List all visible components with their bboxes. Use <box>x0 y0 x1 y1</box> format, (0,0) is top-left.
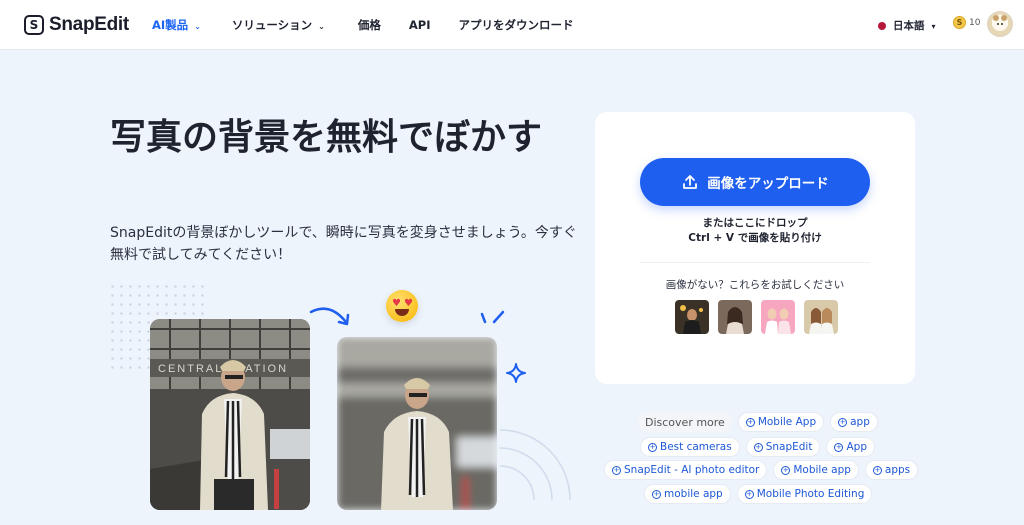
discover-chip[interactable]: + SnapEdit - AI photo editor <box>604 460 768 480</box>
hero-subtitle: SnapEditの背景ぼかしツールで、瞬時に写真を変身させましょう。今すぐ無料で… <box>110 225 577 263</box>
upload-icon <box>683 175 698 189</box>
divider <box>640 262 870 263</box>
discover-chip[interactable]: + SnapEdit <box>745 437 821 457</box>
sample-image[interactable] <box>718 300 752 334</box>
sample-image[interactable] <box>675 300 709 334</box>
nav-download-app[interactable]: アプリをダウンロード <box>458 17 573 33</box>
coin-icon: S <box>953 16 966 29</box>
plus-circle-icon: + <box>781 465 791 475</box>
avatar[interactable] <box>987 11 1013 37</box>
coin-count: 10 <box>969 17 981 28</box>
plus-circle-icon: + <box>838 417 848 427</box>
avatar-eye <box>1001 23 1003 25</box>
plus-circle-icon: + <box>745 417 755 427</box>
plus-circle-icon: + <box>834 442 844 452</box>
heart-icon: ♥ <box>392 298 401 309</box>
logo-text: SnapEdit <box>49 14 129 35</box>
upload-card: 画像をアップロード またはここにドロップ Ctrl + V で画像を貼り付け 画… <box>595 112 915 384</box>
plus-circle-icon: + <box>744 489 754 499</box>
coin-balance[interactable]: S 10 <box>953 16 980 29</box>
nav-solutions[interactable]: ソリューション ⌄ <box>232 17 325 33</box>
drop-line: またはここにドロップ <box>702 217 808 229</box>
discover-chip[interactable]: + Mobile Photo Editing <box>736 484 873 504</box>
chip-label: app <box>850 416 870 428</box>
plus-circle-icon: + <box>648 442 657 452</box>
paste-line: Ctrl + V で画像を貼り付け <box>688 232 822 244</box>
page-title: 写真の背景を無料でぼかす <box>110 117 543 158</box>
language-label: 日本語 <box>893 20 925 32</box>
nav-api-label: API <box>408 18 431 32</box>
chip-label: mobile app <box>664 488 723 500</box>
chip-label: Mobile App <box>757 416 817 428</box>
upload-image-button[interactable]: 画像をアップロード <box>640 158 870 206</box>
chip-label: Best cameras <box>660 441 732 453</box>
top-navbar: S SnapEdit AI製品 ⌄ ソリューション ⌄ 価格 API アプリをダ… <box>0 0 1024 50</box>
avatar-ear <box>993 15 999 21</box>
chip-label: Mobile Photo Editing <box>756 488 865 500</box>
chevron-down-icon: ⌄ <box>194 21 201 31</box>
chip-label: Mobile app <box>793 464 851 476</box>
upload-button-label: 画像をアップロード <box>707 176 829 192</box>
before-photo: CENTRAL STATION <box>150 319 310 510</box>
decorative-rings <box>499 429 571 501</box>
discover-chip[interactable]: + mobile app <box>644 484 731 504</box>
sample-image[interactable] <box>761 300 795 334</box>
plus-circle-icon: + <box>753 442 763 452</box>
chip-label: App <box>846 441 867 453</box>
chip-label: SnapEdit - AI photo editor <box>624 464 760 476</box>
nav-pricing-label: 価格 <box>357 18 381 32</box>
japan-flag-icon <box>878 21 886 30</box>
try-samples-label: 画像がない？これらをお試しください <box>665 279 845 291</box>
nav-pricing[interactable]: 価格 <box>358 17 381 33</box>
sample-image[interactable] <box>804 300 838 334</box>
nav-solutions-label: ソリューション <box>231 18 313 32</box>
discover-chip[interactable]: + Mobile App <box>737 412 825 432</box>
drop-instructions: またはここにドロップ Ctrl + V で画像を貼り付け <box>595 216 915 246</box>
plus-circle-icon: + <box>872 465 882 475</box>
sparkle-lines-icon <box>480 310 505 324</box>
arrow-icon <box>309 307 350 326</box>
discover-chip[interactable]: + apps <box>864 460 919 480</box>
nav-api[interactable]: API <box>409 17 431 33</box>
heart-icon: ♥ <box>404 298 413 309</box>
emoji-mouth <box>395 309 409 316</box>
main-nav: AI製品 ⌄ ソリューション ⌄ 価格 API アプリをダウンロード <box>152 17 573 33</box>
discover-chip[interactable]: + Best cameras <box>640 437 740 457</box>
heart-eyes-emoji: ♥ ♥ <box>386 290 418 322</box>
sparkle-icon <box>506 363 526 383</box>
chip-label: SnapEdit <box>765 441 813 453</box>
plus-circle-icon: + <box>612 465 621 475</box>
discover-more-label: Discover more <box>638 412 732 432</box>
snapedit-logo[interactable]: S SnapEdit <box>24 14 129 36</box>
logo-icon: S <box>24 15 44 35</box>
discover-chip[interactable]: + app <box>830 412 878 432</box>
discover-chip[interactable]: + Mobile app <box>773 460 859 480</box>
nav-download-app-label: アプリをダウンロード <box>458 18 574 32</box>
nav-ai-products-label: AI製品 <box>152 18 189 32</box>
language-selector[interactable]: 日本語 ▾ <box>878 18 936 33</box>
chevron-down-icon: ⌄ <box>318 21 325 31</box>
chip-label: apps <box>884 464 911 476</box>
avatar-ear <box>1001 15 1007 21</box>
sample-images <box>675 300 838 334</box>
discover-chip[interactable]: + App <box>826 437 875 457</box>
nav-ai-products[interactable]: AI製品 ⌄ <box>152 17 201 33</box>
avatar-eye <box>997 23 999 25</box>
caret-down-icon: ▾ <box>931 22 936 31</box>
plus-circle-icon: + <box>652 489 661 499</box>
